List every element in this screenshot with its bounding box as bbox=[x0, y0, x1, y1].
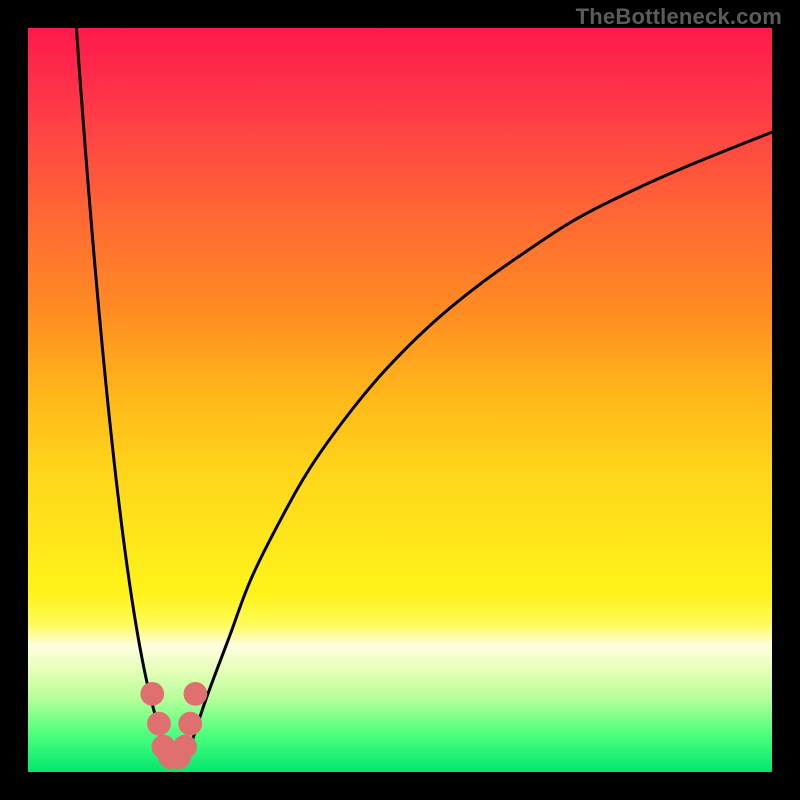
marker-dot-7 bbox=[184, 682, 208, 706]
marker-dot-1 bbox=[147, 712, 171, 736]
bottleneck-curve bbox=[76, 28, 772, 757]
curve-left-branch bbox=[76, 28, 167, 757]
marker-dot-6 bbox=[178, 712, 202, 736]
branding-watermark: TheBottleneck.com bbox=[576, 4, 782, 30]
marker-dot-0 bbox=[140, 682, 164, 706]
marker-dot-5 bbox=[173, 735, 197, 759]
chart-frame: TheBottleneck.com bbox=[0, 0, 800, 800]
curve-layer bbox=[28, 28, 772, 772]
plot-area bbox=[28, 28, 772, 772]
marker-dots-group bbox=[140, 682, 207, 769]
curve-right-branch bbox=[186, 132, 772, 757]
